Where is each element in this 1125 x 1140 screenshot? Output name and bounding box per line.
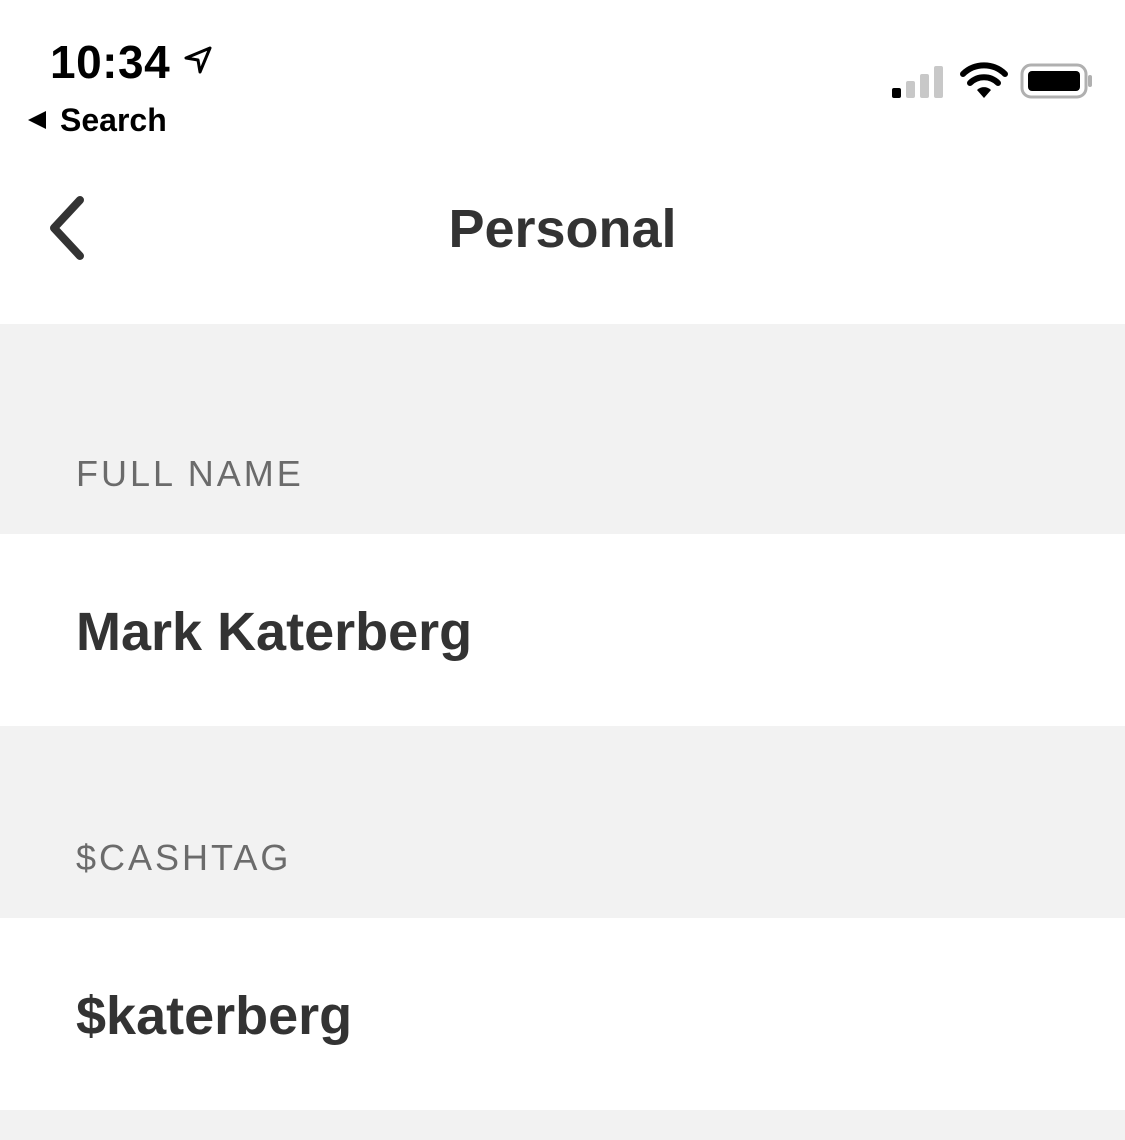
back-triangle-icon xyxy=(28,111,46,129)
status-bar: 10:34 Search xyxy=(0,0,1125,160)
wifi-icon xyxy=(960,62,1008,98)
cashtag-value: $katerberg xyxy=(76,986,353,1046)
full-name-section-header: FULL NAME xyxy=(0,324,1125,534)
full-name-row[interactable]: Mark Katerberg xyxy=(0,534,1125,726)
location-arrow-icon xyxy=(184,46,212,74)
back-to-search-button[interactable]: Search xyxy=(26,100,167,140)
full-name-label: FULL NAME xyxy=(76,453,304,494)
page-title: Personal xyxy=(448,199,677,259)
battery-icon xyxy=(1020,63,1092,99)
cellular-signal-icon xyxy=(892,66,943,98)
cashtag-section-header: $CASHTAG xyxy=(0,726,1125,918)
navigation-bar: Personal xyxy=(0,160,1125,324)
back-to-app-label: Search xyxy=(60,102,167,138)
bottom-section-background xyxy=(0,1110,1125,1140)
cashtag-row[interactable]: $katerberg xyxy=(0,918,1125,1110)
status-time: 10:34 xyxy=(50,36,171,88)
full-name-value: Mark Katerberg xyxy=(76,602,473,662)
cashtag-label: $CASHTAG xyxy=(76,837,292,878)
